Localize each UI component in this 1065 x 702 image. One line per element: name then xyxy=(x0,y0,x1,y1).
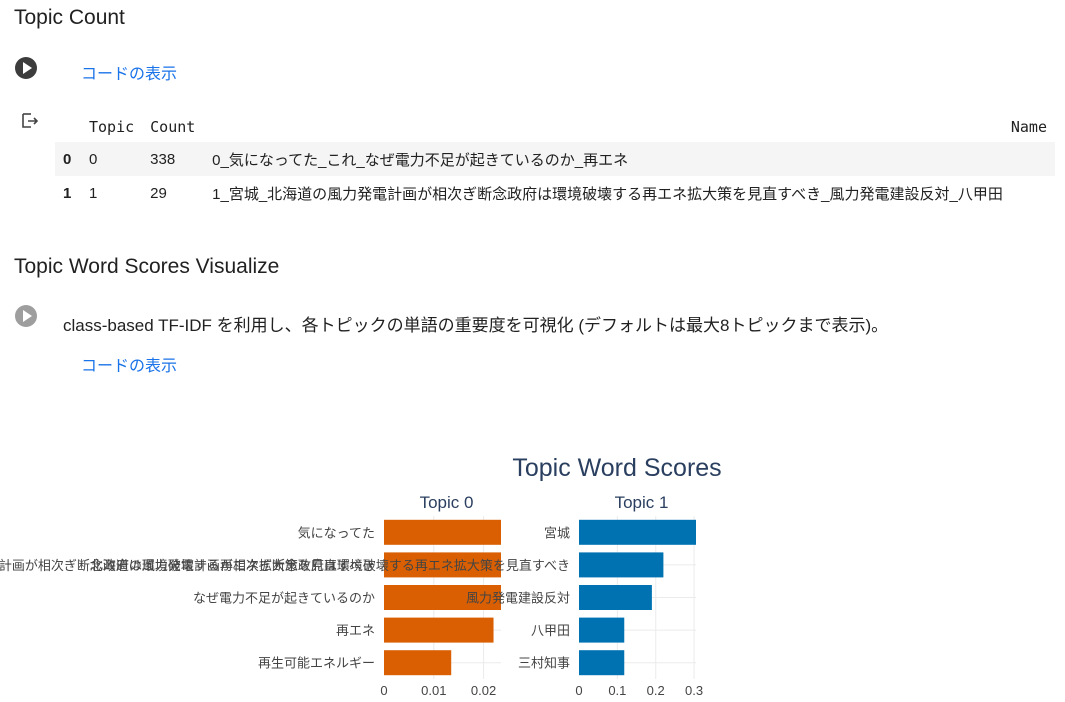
y-tick-label: 北海道の風力発電計画が相次ぎ断念政府は環境破壊する再エネ拡大策を見直すべき xyxy=(90,558,570,573)
y-tick-label: 風力発電建設反対 xyxy=(466,591,570,606)
cell-count: 29 xyxy=(150,184,167,202)
row-index: 0 xyxy=(55,142,81,176)
topic-count-table: Topic Count Name 0 0 338 0_気になってた_これ_なぜ電… xyxy=(55,112,1055,210)
x-tick-label: 0.01 xyxy=(421,683,446,698)
column-header-name: Name xyxy=(1010,118,1047,136)
x-tick-label: 0.1 xyxy=(608,683,626,698)
bar xyxy=(579,650,625,676)
bar xyxy=(384,519,501,545)
y-tick-label: 気になってた xyxy=(298,525,375,540)
x-tick-label: 0 xyxy=(380,683,387,698)
topic-count-heading: Topic Count xyxy=(14,6,125,29)
subplot-title: Topic 1 xyxy=(615,493,669,512)
column-header-topic: Topic xyxy=(89,118,135,136)
bar xyxy=(579,552,664,578)
x-tick-label: 0.2 xyxy=(647,683,665,698)
y-tick-label: 宮城 xyxy=(544,525,570,540)
play-circle-icon xyxy=(23,310,32,322)
cell-description: class-based TF-IDF を利用し、各トピックの単語の重要度を可視化… xyxy=(63,316,889,335)
run-cell-button[interactable] xyxy=(15,305,37,327)
bar xyxy=(579,585,652,610)
cell-count: 338 xyxy=(142,142,205,176)
show-code-link[interactable]: コードの表示 xyxy=(81,352,177,376)
x-tick-label: 0.02 xyxy=(471,683,496,698)
show-code-link[interactable]: コードの表示 xyxy=(81,60,177,84)
table-row: 0 0 338 0_気になってた_これ_なぜ電力不足が起きているのか_再エネ xyxy=(55,142,1055,176)
bar xyxy=(384,617,494,643)
topic-word-scores-chart: Topic Word Scores Topic 0 0 0.01 0.02 気になってた北… xyxy=(0,454,722,698)
x-tick-label: 0.3 xyxy=(685,683,703,698)
index-header xyxy=(55,112,81,142)
row-index: 1 xyxy=(63,184,72,202)
x-tick-label: 0 xyxy=(575,683,582,698)
run-cell-button[interactable] xyxy=(15,57,37,79)
chart-title: Topic Word Scores xyxy=(512,454,721,482)
play-circle-icon xyxy=(23,62,32,74)
y-tick-label: 三村知事 xyxy=(518,656,570,671)
y-tick-label: なぜ電力不足が起きているのか xyxy=(193,591,375,606)
cell-name: 1_宮城_北海道の風力発電計画が相次ぎ断念政府は環境破壊する再エネ拡大策を見直す… xyxy=(212,185,1003,203)
bar xyxy=(384,650,452,676)
y-tick-label: 再生可能エネルギー xyxy=(258,656,375,671)
y-tick-label: 八甲田 xyxy=(531,623,570,638)
y-tick-label: 再エネ xyxy=(336,623,375,638)
word-scores-heading: Topic Word Scores Visualize xyxy=(14,255,280,278)
subplot-title: Topic 0 xyxy=(420,493,474,512)
table-row: 1 1 29 1_宮城_北海道の風力発電計画が相次ぎ断念政府は環境破壊する再エネ… xyxy=(55,176,1055,210)
output-arrow-icon[interactable] xyxy=(20,112,38,130)
column-header-count: Count xyxy=(150,118,196,136)
cell-name: 0_気になってた_これ_なぜ電力不足が起きているのか_再エネ xyxy=(204,142,1055,176)
bar xyxy=(579,519,696,545)
cell-topic: 1 xyxy=(89,184,98,202)
table-header-row: Topic Count Name xyxy=(55,112,1055,142)
bar xyxy=(579,617,625,643)
cell-topic: 0 xyxy=(81,142,143,176)
